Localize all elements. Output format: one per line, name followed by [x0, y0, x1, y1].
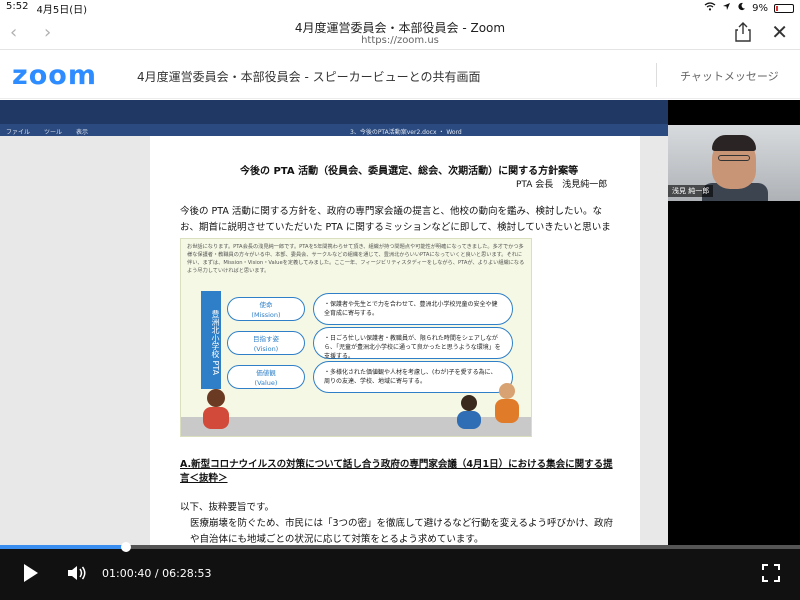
figure-child-icon — [499, 383, 515, 399]
paragraph-lead: 以下、抜粋要旨です。 — [180, 502, 275, 513]
figure-child-icon — [207, 389, 225, 407]
figure-row-desc: ・日ごろ忙しい保護者・教職員が、限られた時間をシェアしながら、「児童が豊洲北小学… — [313, 327, 513, 360]
wifi-icon — [704, 2, 716, 14]
status-date: 4月5日(日) — [36, 4, 87, 16]
word-doc-title: 3、今後のPTA活動案ver2.docx ・ Word — [350, 129, 462, 136]
label-en: (Vision) — [253, 345, 279, 353]
figure-row-mission: 使命 (Mission) ・保護者や先生とで力を合わせて、豊洲北小学校児童の安全… — [227, 293, 517, 325]
browser-nav-bar: ‹ › 4月度運営委員会・本部役員会 - Zoom https://zoom.u… — [0, 16, 800, 50]
close-icon[interactable]: ✕ — [771, 20, 788, 44]
figure-row-label: 価値観 (Value) — [227, 365, 305, 389]
word-menu: ファイル ツール 表示 — [6, 127, 88, 136]
status-bar: 5:52 4月5日(日) 9% — [0, 0, 800, 16]
current-time: 01:00:40 — [102, 567, 152, 580]
header-divider — [656, 63, 657, 87]
progress-fill — [0, 545, 127, 549]
page-title: 4月度運営委員会・本部役員会 - Zoom — [294, 21, 506, 35]
page-url: https://zoom.us — [361, 35, 439, 46]
total-time: 06:28:53 — [162, 567, 212, 580]
mission-figure: お世話になります。PTA会長の浅見純一郎です。PTAを5年間携わらせて頂き、組織… — [180, 238, 532, 437]
progress-track[interactable] — [0, 542, 800, 552]
figure-row-value: 価値観 (Value) ・多様化された価値観や人材を考慮し、(わが)子を愛する為… — [227, 361, 517, 393]
document-title: 今後の PTA 活動（役員会、委員選定、総会、次期活動）に関する方針案等 — [240, 166, 579, 177]
figure-school-label: 豊洲北小学校 PTA — [201, 291, 221, 389]
figure-intro-text: お世話になります。PTA会長の浅見純一郎です。PTAを5年間携わらせて頂き、組織… — [187, 244, 525, 274]
playback-controls: 01:00:40 / 06:28:53 — [0, 542, 800, 600]
figure-child-body — [495, 399, 519, 423]
figure-row-label: 使命 (Mission) — [227, 297, 305, 321]
document-author: PTA 会長 浅見純一郎 — [516, 180, 608, 190]
figure-row-desc: ・保護者や先生とで力を合わせて、豊洲北小学校児童の安全や健全育成に寄与する。 — [313, 293, 513, 325]
meeting-subtitle: 4月度運営委員会・本部役員会 - スピーカービューとの共有画面 — [137, 70, 481, 84]
chat-messages-button[interactable]: チャットメッセージ — [680, 68, 779, 84]
figure-child-body — [457, 411, 481, 429]
speaker-hair — [712, 135, 756, 151]
progress-handle[interactable] — [121, 542, 132, 552]
moon-icon — [737, 2, 746, 14]
battery-icon — [774, 3, 794, 13]
battery-percent: 9% — [752, 2, 768, 14]
speaker-name-tag: 浅見 純一郎 — [668, 185, 714, 197]
playback-time: 01:00:40 / 06:28:53 — [102, 567, 212, 580]
zoom-header: zoom 4月度運営委員会・本部役員会 - スピーカービューとの共有画面 チャッ… — [0, 51, 800, 99]
speaker-video: 浅見 純一郎 — [668, 125, 800, 201]
word-menu-item: ツール — [44, 129, 63, 136]
play-icon[interactable] — [24, 564, 38, 582]
label-en: (Mission) — [251, 311, 281, 319]
location-icon — [722, 2, 731, 14]
figure-child-body — [203, 407, 229, 429]
paragraph-body: 医療崩壊を防ぐため、市民には「3つの密」を徹底して避けるなど行動を変えるよう呼び… — [190, 518, 614, 545]
status-time: 5:52 — [6, 0, 29, 12]
volume-icon[interactable] — [66, 564, 88, 582]
word-title-bar — [0, 100, 668, 124]
zoom-logo: zoom — [12, 60, 97, 91]
fullscreen-icon[interactable] — [762, 564, 780, 582]
word-ribbon — [0, 124, 668, 136]
document-heading: A.新型コロナウイルスの対策について話し合う政府の専門家会議（4月1日）における… — [180, 459, 613, 484]
label-jp: 目指す姿 — [253, 335, 279, 343]
speaker-glasses — [718, 155, 750, 161]
figure-row-label: 目指す姿 (Vision) — [227, 331, 305, 355]
figure-row-vision: 目指す姿 (Vision) ・日ごろ忙しい保護者・教職員が、限られた時間をシェア… — [227, 327, 517, 360]
label-jp: 使命 — [259, 301, 273, 309]
label-en: (Value) — [254, 379, 278, 387]
document-paragraph: 以下、抜粋要旨です。 医療崩壊を防ぐため、市民には「3つの密」を徹底して避けるな… — [180, 500, 620, 548]
word-menu-item: 表示 — [76, 129, 89, 136]
word-menu-item: ファイル — [6, 129, 31, 136]
share-icon[interactable] — [734, 22, 752, 42]
figure-child-icon — [461, 395, 477, 411]
figure-row-desc: ・多様化された価値観や人材を考慮し、(わが)子を愛する為に、周りの友達、学校、地… — [313, 361, 513, 393]
label-jp: 価値観 — [256, 369, 276, 377]
